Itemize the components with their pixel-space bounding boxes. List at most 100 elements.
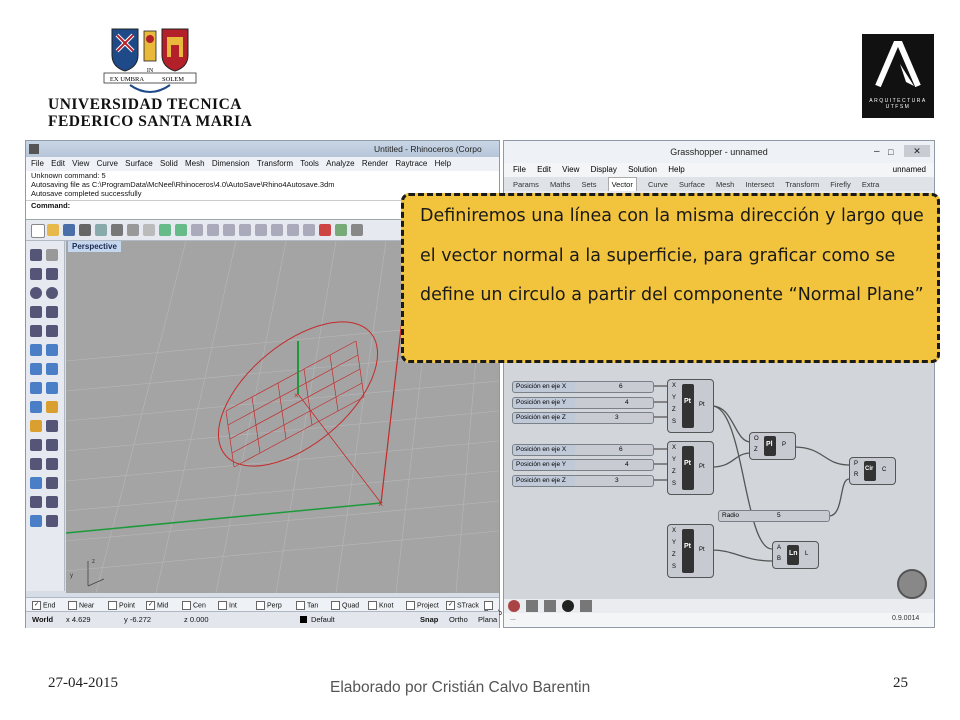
pan-icon[interactable]: [191, 224, 203, 236]
sketch-icon[interactable]: [508, 600, 520, 612]
rhino-menu-solid[interactable]: Solid: [160, 157, 178, 171]
gh-menu-file[interactable]: File: [513, 163, 526, 177]
layer-icon[interactable]: [319, 224, 331, 236]
tab-intersect[interactable]: Intersect: [745, 178, 774, 192]
canvas-navigation-wheel-icon[interactable]: [897, 569, 927, 599]
undo-icon[interactable]: [159, 224, 171, 236]
osnap-disable-checkbox[interactable]: [484, 601, 493, 610]
copy-icon[interactable]: [127, 224, 139, 236]
split-icon[interactable]: [46, 439, 58, 451]
slider-pos-z-2[interactable]: Posición en eje Z 3: [512, 475, 654, 487]
tab-extra[interactable]: Extra: [862, 178, 880, 192]
select-arrow-icon[interactable]: [30, 249, 42, 261]
rhino-menu-file[interactable]: File: [31, 157, 44, 171]
rhino-menu-view[interactable]: View: [72, 157, 89, 171]
open-folder-icon[interactable]: [47, 224, 59, 236]
import-icon[interactable]: [95, 224, 107, 236]
osnap-strack-checkbox[interactable]: ✓: [446, 601, 455, 610]
status-snap[interactable]: Snap: [420, 615, 438, 624]
explode-icon[interactable]: [46, 458, 58, 470]
eraser-icon[interactable]: [562, 600, 574, 612]
rhino-menu-mesh[interactable]: Mesh: [185, 157, 205, 171]
rhino-menu-tools[interactable]: Tools: [300, 157, 319, 171]
osnap-quad[interactable]: Quad: [331, 601, 359, 610]
render-icon[interactable]: [351, 224, 363, 236]
trim-icon[interactable]: [30, 439, 42, 451]
osnap-mid[interactable]: ✓ Mid: [146, 601, 168, 610]
boolean-icon[interactable]: [46, 401, 58, 413]
rhino-menu-edit[interactable]: Edit: [51, 157, 65, 171]
brush-icon[interactable]: [526, 600, 538, 612]
osnap-cen[interactable]: Cen: [182, 601, 206, 610]
status-layer[interactable]: Default: [311, 615, 335, 624]
cylinder-icon[interactable]: [30, 382, 42, 394]
cut-icon[interactable]: [111, 224, 123, 236]
array-icon[interactable]: [30, 496, 42, 508]
osnap-point[interactable]: Point: [108, 601, 135, 610]
status-planar[interactable]: Plana: [478, 615, 497, 624]
gh-menu-help[interactable]: Help: [668, 163, 684, 177]
join-icon[interactable]: [30, 458, 42, 470]
mesh-icon[interactable]: [30, 401, 42, 413]
paste-icon[interactable]: [143, 224, 155, 236]
osnap-knot-checkbox[interactable]: [368, 601, 377, 610]
dimension-icon[interactable]: [46, 420, 58, 432]
gh-menu-display[interactable]: Display: [591, 163, 617, 177]
slider-pos-z-1[interactable]: Posición en eje Z 3: [512, 412, 654, 424]
gh-menu-solution[interactable]: Solution: [628, 163, 657, 177]
maximize-icon[interactable]: □: [888, 141, 893, 163]
slider-pos-x-1[interactable]: Posición en eje X 6: [512, 381, 654, 393]
analyze-icon[interactable]: [30, 515, 42, 527]
pen-icon[interactable]: [580, 600, 592, 612]
rhino-menu-render[interactable]: Render: [362, 157, 388, 171]
mirror-icon[interactable]: [46, 496, 58, 508]
osnap-knot[interactable]: Knot: [368, 601, 393, 610]
more-tools-icon[interactable]: [46, 515, 58, 527]
osnap-near[interactable]: Near: [68, 601, 94, 610]
osnap-strack[interactable]: ✓ STrack: [446, 601, 479, 610]
osnap-tan-checkbox[interactable]: [296, 601, 305, 610]
new-file-icon[interactable]: [31, 224, 45, 238]
normal-plane-component[interactable]: OZ Pl P: [749, 432, 796, 460]
tab-curve[interactable]: Curve: [648, 178, 668, 192]
extrude-icon[interactable]: [46, 382, 58, 394]
pencil-icon[interactable]: [544, 600, 556, 612]
rotate-view-icon[interactable]: [207, 224, 219, 236]
osnap-end[interactable]: ✓ End: [32, 601, 55, 610]
fillet-icon[interactable]: [46, 325, 58, 337]
osnap-perp[interactable]: Perp: [256, 601, 282, 610]
move-icon[interactable]: [30, 420, 42, 432]
osnap-project-checkbox[interactable]: [406, 601, 415, 610]
tab-sets[interactable]: Sets: [581, 178, 596, 192]
line-component[interactable]: AB Ln L: [772, 541, 819, 569]
gh-menu-view[interactable]: View: [562, 163, 579, 177]
rhino-menu-raytrace[interactable]: Raytrace: [395, 157, 427, 171]
print-icon[interactable]: [79, 224, 91, 236]
tab-mesh[interactable]: Mesh: [716, 178, 734, 192]
status-cplane[interactable]: World: [32, 615, 53, 624]
tab-vector[interactable]: Vector: [607, 177, 637, 192]
construct-point-3[interactable]: XYZS Pt Pt: [667, 524, 714, 578]
osnap-project[interactable]: Project: [406, 601, 439, 610]
circle-icon[interactable]: [30, 287, 42, 299]
surface-icon[interactable]: [30, 344, 42, 356]
rhino-menu-transform[interactable]: Transform: [257, 157, 293, 171]
osnap-perp-checkbox[interactable]: [256, 601, 265, 610]
zoom-extents-icon[interactable]: [255, 224, 267, 236]
viewport-label[interactable]: Perspective: [68, 241, 121, 252]
zoom-selected-icon[interactable]: [271, 224, 283, 236]
line-icon[interactable]: [46, 268, 58, 280]
construct-point-2[interactable]: XYZS Pt Pt: [667, 441, 714, 495]
rhino-menu-help[interactable]: Help: [435, 157, 451, 171]
transform-icon[interactable]: [30, 477, 42, 489]
redo-icon[interactable]: [175, 224, 187, 236]
tab-params[interactable]: Params: [513, 178, 539, 192]
undo-view-icon[interactable]: [287, 224, 299, 236]
osnap-near-checkbox[interactable]: [68, 601, 77, 610]
circle-component[interactable]: PR Cir C: [849, 457, 896, 485]
rhino-menu-curve[interactable]: Curve: [97, 157, 118, 171]
four-viewports-icon[interactable]: [303, 224, 315, 236]
osnap-tan[interactable]: Tan: [296, 601, 318, 610]
osnap-cen-checkbox[interactable]: [182, 601, 191, 610]
slider-pos-x-2[interactable]: Posición en eje X 6: [512, 444, 654, 456]
